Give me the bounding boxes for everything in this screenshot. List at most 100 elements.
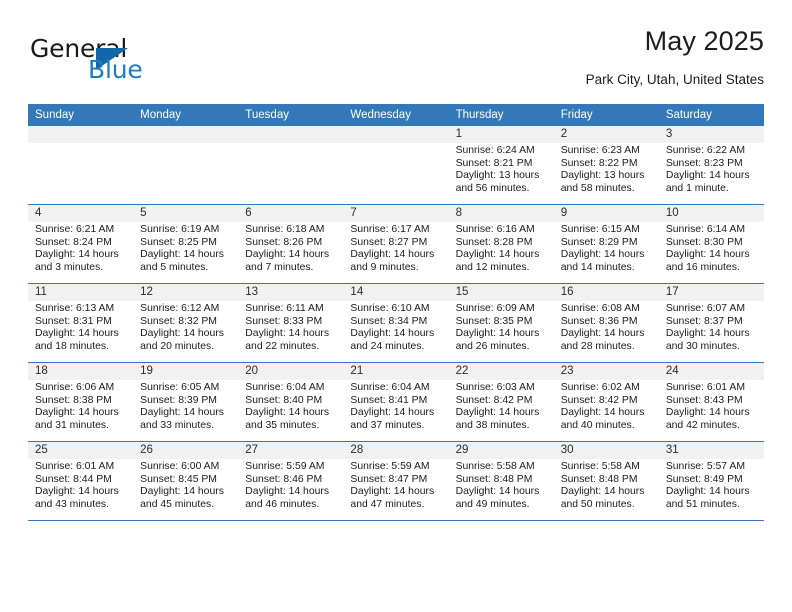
- day-details: Sunrise: 6:07 AM Sunset: 8:37 PM Daylight:…: [659, 301, 764, 353]
- calendar-day-cell[interactable]: 19 Sunrise: 6:05 AM Sunset: 8:39 PM Dayligh…: [133, 362, 239, 442]
- day-details: Sunrise: 6:18 AM Sunset: 8:26 PM Daylight:…: [238, 222, 343, 274]
- sunrise-time: Sunrise: 5:59 AM: [245, 461, 325, 472]
- calendar-day-cell[interactable]: 22 Sunrise: 6:03 AM Sunset: 8:42 PM Dayligh…: [448, 362, 554, 442]
- daylight-duration: Daylight: 13 hours: [455, 170, 540, 182]
- calendar-day-cell[interactable]: 1 Sunrise: 6:24 AM Sunset: 8:21 PM Daylight…: [448, 126, 554, 205]
- daylight-duration: Daylight: 14 hours: [560, 486, 645, 498]
- daylight-duration: and 56 minutes.: [455, 182, 530, 194]
- calendar-day-cell-empty: [28, 126, 134, 205]
- sunset-time: Sunset: 8:36 PM: [560, 315, 638, 327]
- day-number: 22: [448, 363, 554, 380]
- sunset-time: Sunset: 8:34 PM: [350, 315, 428, 327]
- day-details: Sunrise: 5:58 AM Sunset: 8:48 PM Daylight:…: [554, 459, 659, 511]
- daylight-duration: Daylight: 14 hours: [350, 249, 435, 261]
- day-details: Sunrise: 6:11 AM Sunset: 8:33 PM Daylight:…: [238, 301, 343, 353]
- daylight-duration: Daylight: 14 hours: [140, 328, 224, 340]
- sunrise-time: Sunrise: 5:58 AM: [560, 461, 640, 472]
- day-details: Sunrise: 6:17 AM Sunset: 8:27 PM Daylight:…: [343, 222, 448, 274]
- calendar-day-cell[interactable]: 2 Sunrise: 6:23 AM Sunset: 8:22 PM Daylight…: [553, 126, 659, 205]
- day-details: Sunrise: 6:10 AM Sunset: 8:34 PM Daylight:…: [343, 301, 448, 353]
- calendar-day-cell[interactable]: 3 Sunrise: 6:22 AM Sunset: 8:23 PM Daylight…: [658, 126, 764, 205]
- day-details: Sunrise: 6:15 AM Sunset: 8:29 PM Daylight:…: [554, 222, 659, 274]
- weekday-header-sunday: Sunday: [28, 104, 134, 126]
- calendar-day-cell[interactable]: 26 Sunrise: 6:00 AM Sunset: 8:45 PM Dayligh…: [133, 441, 239, 521]
- sunrise-time: Sunrise: 6:10 AM: [350, 303, 430, 314]
- calendar-day-cell[interactable]: 10 Sunrise: 6:14 AM Sunset: 8:30 PM Dayligh…: [658, 204, 764, 284]
- calendar-day-cell[interactable]: 9 Sunrise: 6:15 AM Sunset: 8:29 PM Daylight…: [553, 204, 659, 284]
- calendar-week-row: 18 Sunrise: 6:06 AM Sunset: 8:38 PM Dayligh…: [28, 362, 764, 442]
- calendar-day-cell[interactable]: 11 Sunrise: 6:13 AM Sunset: 8:31 PM Dayligh…: [28, 283, 134, 363]
- sunrise-time: Sunrise: 6:19 AM: [140, 224, 220, 235]
- sunrise-time: Sunrise: 6:11 AM: [245, 303, 324, 314]
- day-number: 8: [448, 205, 554, 222]
- sunset-time: Sunset: 8:47 PM: [350, 473, 428, 485]
- daylight-duration: and 37 minutes.: [350, 419, 425, 431]
- calendar-day-cell[interactable]: 15 Sunrise: 6:09 AM Sunset: 8:35 PM Dayligh…: [448, 283, 554, 363]
- calendar-day-cell[interactable]: 28 Sunrise: 5:59 AM Sunset: 8:47 PM Dayligh…: [343, 441, 449, 521]
- sunset-time: Sunset: 8:48 PM: [560, 473, 638, 485]
- sunrise-time: Sunrise: 6:17 AM: [350, 224, 430, 235]
- calendar-day-inner: 2 Sunrise: 6:23 AM Sunset: 8:22 PM Daylight…: [553, 126, 659, 204]
- calendar-day-cell[interactable]: 23 Sunrise: 6:02 AM Sunset: 8:42 PM Dayligh…: [553, 362, 659, 442]
- sunrise-time: Sunrise: 6:08 AM: [560, 303, 640, 314]
- calendar-day-cell[interactable]: 16 Sunrise: 6:08 AM Sunset: 8:36 PM Dayligh…: [553, 283, 659, 363]
- daylight-duration: Daylight: 14 hours: [560, 249, 645, 261]
- daylight-duration: and 7 minutes.: [245, 261, 314, 273]
- sunrise-time: Sunrise: 6:13 AM: [35, 303, 115, 314]
- calendar-day-cell[interactable]: 24 Sunrise: 6:01 AM Sunset: 8:43 PM Dayligh…: [658, 362, 764, 442]
- sunset-time: Sunset: 8:38 PM: [35, 394, 112, 406]
- sunset-time: Sunset: 8:27 PM: [350, 236, 428, 248]
- calendar-day-inner: 21 Sunrise: 6:04 AM Sunset: 8:41 PM Dayligh…: [343, 363, 449, 441]
- calendar-day-cell[interactable]: 4 Sunrise: 6:21 AM Sunset: 8:24 PM Daylight…: [28, 204, 134, 284]
- calendar-day-cell[interactable]: 8 Sunrise: 6:16 AM Sunset: 8:28 PM Daylight…: [448, 204, 554, 284]
- calendar-day-cell[interactable]: 5 Sunrise: 6:19 AM Sunset: 8:25 PM Daylight…: [133, 204, 239, 284]
- calendar-day-cell[interactable]: 20 Sunrise: 6:04 AM Sunset: 8:40 PM Dayligh…: [238, 362, 344, 442]
- day-details: Sunrise: 5:59 AM Sunset: 8:46 PM Daylight:…: [238, 459, 343, 511]
- daylight-duration: Daylight: 14 hours: [245, 249, 330, 261]
- sunset-time: Sunset: 8:41 PM: [350, 394, 428, 406]
- calendar-day-cell[interactable]: 14 Sunrise: 6:10 AM Sunset: 8:34 PM Dayligh…: [343, 283, 449, 363]
- daylight-duration: and 12 minutes.: [455, 261, 530, 273]
- sunrise-time: Sunrise: 6:01 AM: [35, 461, 115, 472]
- calendar-day-inner: 6 Sunrise: 6:18 AM Sunset: 8:26 PM Daylight…: [238, 205, 344, 283]
- daylight-duration: and 40 minutes.: [560, 419, 635, 431]
- calendar-day-inner: 23 Sunrise: 6:02 AM Sunset: 8:42 PM Dayligh…: [553, 363, 659, 441]
- calendar-day-cell[interactable]: 30 Sunrise: 5:58 AM Sunset: 8:48 PM Dayligh…: [553, 441, 659, 521]
- day-details: Sunrise: 6:13 AM Sunset: 8:31 PM Daylight:…: [28, 301, 133, 353]
- weekday-header-thursday: Thursday: [448, 104, 554, 126]
- calendar-day-cell[interactable]: 7 Sunrise: 6:17 AM Sunset: 8:27 PM Daylight…: [343, 204, 449, 284]
- sunset-time: Sunset: 8:37 PM: [665, 315, 743, 327]
- day-details: Sunrise: 6:03 AM Sunset: 8:42 PM Daylight:…: [449, 380, 554, 432]
- calendar-day-inner: 24 Sunrise: 6:01 AM Sunset: 8:43 PM Dayligh…: [658, 363, 764, 441]
- calendar-day-cell[interactable]: 27 Sunrise: 5:59 AM Sunset: 8:46 PM Dayligh…: [238, 441, 344, 521]
- daylight-duration: Daylight: 14 hours: [665, 328, 750, 340]
- day-details: Sunrise: 6:19 AM Sunset: 8:25 PM Daylight:…: [133, 222, 238, 274]
- day-number: 25: [28, 442, 134, 459]
- day-number: 30: [553, 442, 659, 459]
- daylight-duration: Daylight: 14 hours: [245, 328, 330, 340]
- day-details: Sunrise: 6:04 AM Sunset: 8:40 PM Daylight:…: [238, 380, 343, 432]
- calendar-day-cell[interactable]: 31 Sunrise: 5:57 AM Sunset: 8:49 PM Dayligh…: [658, 441, 764, 521]
- calendar-day-inner: 17 Sunrise: 6:07 AM Sunset: 8:37 PM Dayligh…: [658, 284, 764, 362]
- day-number: 23: [553, 363, 659, 380]
- calendar-day-cell[interactable]: 12 Sunrise: 6:12 AM Sunset: 8:32 PM Dayligh…: [133, 283, 239, 363]
- day-details: Sunrise: 6:06 AM Sunset: 8:38 PM Daylight:…: [28, 380, 133, 432]
- daylight-duration: Daylight: 14 hours: [35, 249, 119, 261]
- calendar-day-cell[interactable]: 13 Sunrise: 6:11 AM Sunset: 8:33 PM Dayligh…: [238, 283, 344, 363]
- calendar-day-cell[interactable]: 17 Sunrise: 6:07 AM Sunset: 8:37 PM Dayligh…: [658, 283, 764, 363]
- calendar-day-cell[interactable]: 6 Sunrise: 6:18 AM Sunset: 8:26 PM Daylight…: [238, 204, 344, 284]
- calendar-day-inner: 1 Sunrise: 6:24 AM Sunset: 8:21 PM Daylight…: [448, 126, 554, 204]
- sunset-time: Sunset: 8:32 PM: [140, 315, 217, 327]
- calendar-day-inner: [133, 126, 239, 204]
- calendar-day-cell[interactable]: 25 Sunrise: 6:01 AM Sunset: 8:44 PM Dayligh…: [28, 441, 134, 521]
- day-number: 18: [28, 363, 134, 380]
- calendar-day-cell[interactable]: 18 Sunrise: 6:06 AM Sunset: 8:38 PM Dayligh…: [28, 362, 134, 442]
- sunset-time: Sunset: 8:28 PM: [455, 236, 533, 248]
- calendar-day-inner: 19 Sunrise: 6:05 AM Sunset: 8:39 PM Dayligh…: [133, 363, 239, 441]
- day-number: 3: [658, 126, 764, 143]
- daylight-duration: and 26 minutes.: [455, 340, 530, 352]
- calendar-day-cell[interactable]: 29 Sunrise: 5:58 AM Sunset: 8:48 PM Dayligh…: [448, 441, 554, 521]
- sunrise-time: Sunrise: 5:58 AM: [455, 461, 535, 472]
- calendar-day-cell[interactable]: 21 Sunrise: 6:04 AM Sunset: 8:41 PM Dayligh…: [343, 362, 449, 442]
- day-number: [238, 126, 344, 143]
